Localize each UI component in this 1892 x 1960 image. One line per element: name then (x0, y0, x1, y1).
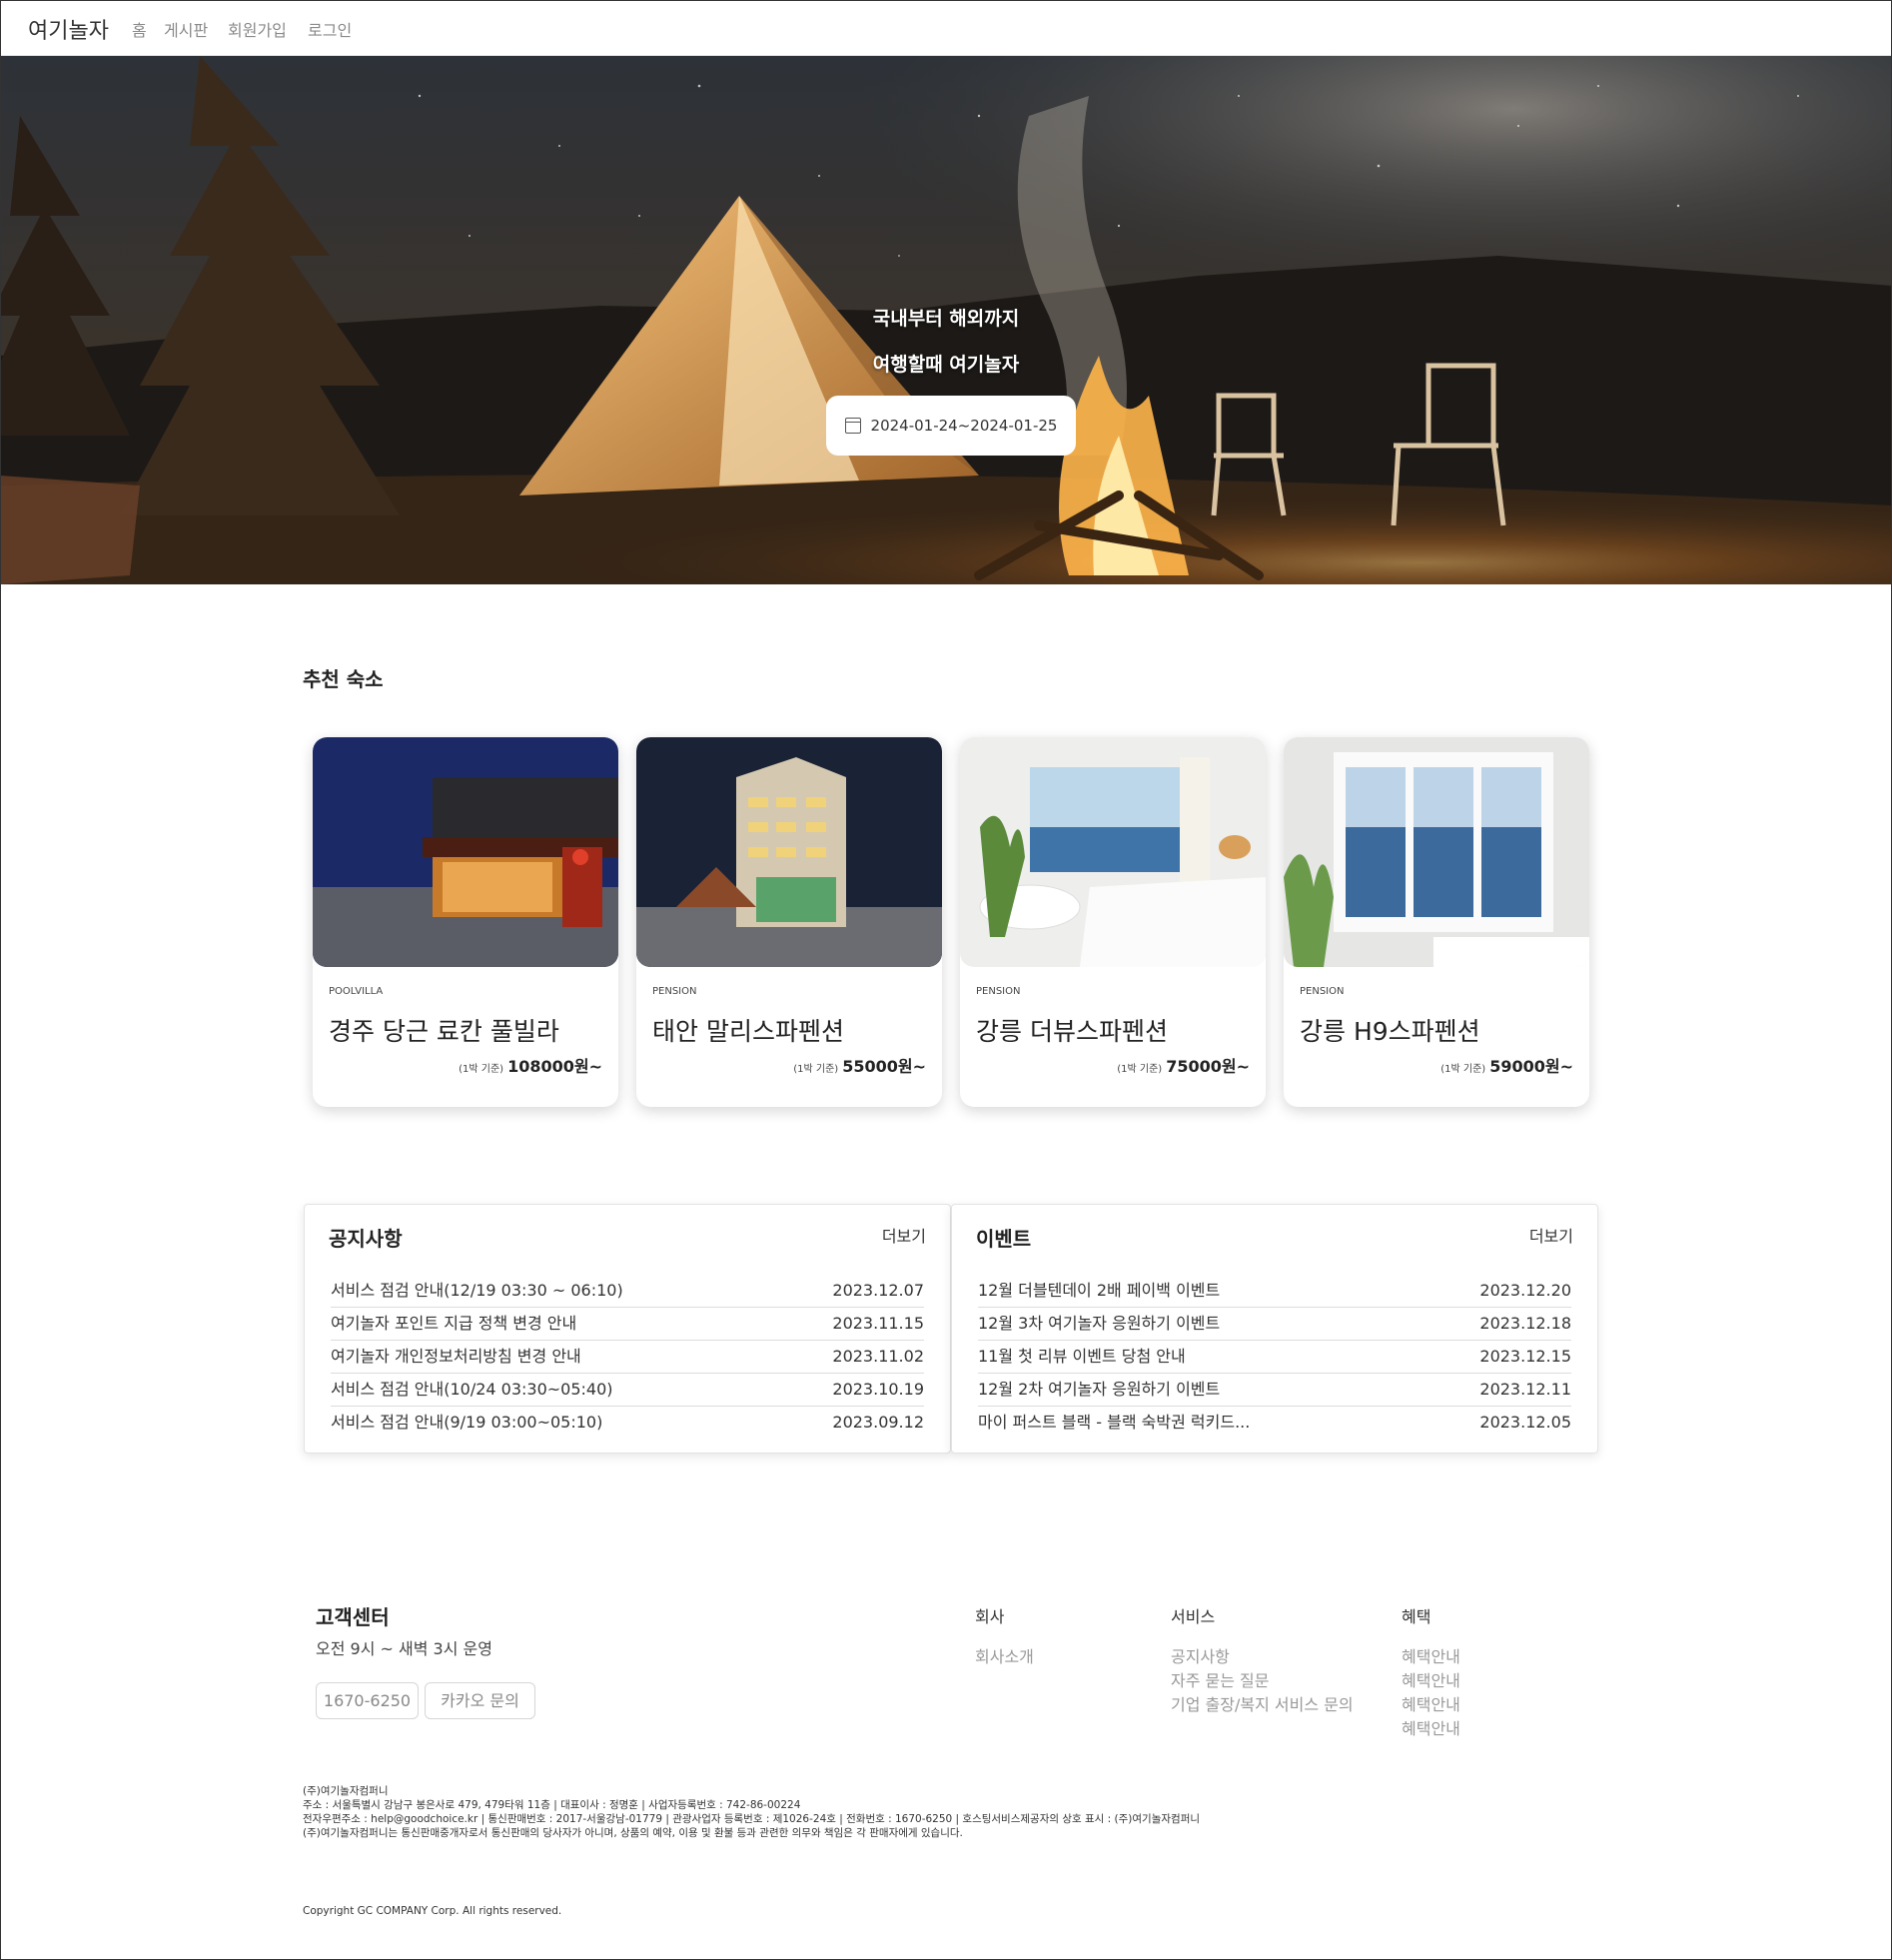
price-note: (1박 기준) (793, 1064, 839, 1075)
stay-card[interactable]: POOLVILLA 경주 당근 료칸 풀빌라 (1박 기준) 108000원~ (313, 737, 618, 1107)
notice-row-title: 여기놀자 포인트 지급 정책 변경 안내 (331, 1314, 577, 1333)
legal-line: (주)여기놀자컴퍼니는 통신판매중개자로서 통신판매의 당사자가 아니며, 상품… (303, 1827, 963, 1839)
stay-name: 강릉 H9스파펜션 (1300, 1017, 1480, 1046)
stay-card[interactable]: PENSION 강릉 H9스파펜션 (1박 기준) 59000원~ (1284, 737, 1589, 1107)
notice-row[interactable]: 여기놀자 개인정보처리방침 변경 안내 2023.11.02 (331, 1341, 924, 1374)
price-value: 75000원~ (1166, 1057, 1250, 1076)
customer-center-title: 고객센터 (316, 1605, 390, 1629)
phone-button[interactable]: 1670-6250 (316, 1682, 419, 1719)
event-row-date: 2023.12.20 (1479, 1281, 1571, 1300)
notice-row-date: 2023.11.15 (832, 1314, 924, 1333)
footer-link-business-inquiry[interactable]: 기업 출장/복지 서비스 문의 (1171, 1691, 1354, 1715)
date-range-text: 2024-01-24~2024-01-25 (870, 417, 1058, 435)
stay-type: PENSION (1300, 986, 1345, 997)
price-note: (1박 기준) (1117, 1064, 1163, 1075)
stay-photo (313, 737, 618, 967)
legal-line: 전자우편주소 : help@goodchoice.kr | 통신판매번호 : 2… (303, 1813, 1201, 1825)
stay-name: 경주 당근 료칸 풀빌라 (329, 1017, 559, 1046)
nav-board[interactable]: 게시판 (164, 17, 208, 41)
stay-price: (1박 기준) 75000원~ (1117, 1053, 1250, 1077)
event-row[interactable]: 12월 2차 여기놀자 응원하기 이벤트 2023.12.11 (978, 1374, 1571, 1407)
notice-row-title: 서비스 점검 안내(9/19 03:00~05:10) (331, 1413, 603, 1432)
stay-type: PENSION (976, 986, 1021, 997)
footer-link-benefit[interactable]: 혜택안내 (1402, 1667, 1460, 1691)
footer-link-company-intro[interactable]: 회사소개 (975, 1643, 1034, 1667)
price-note: (1박 기준) (1440, 1064, 1486, 1075)
stay-photo (1284, 737, 1589, 967)
nav-home[interactable]: 홈 (132, 17, 147, 41)
notice-row-date: 2023.12.07 (832, 1281, 924, 1300)
price-note: (1박 기준) (459, 1064, 504, 1075)
notice-row-title: 여기놀자 개인정보처리방침 변경 안내 (331, 1347, 581, 1366)
footer-link-faq[interactable]: 자주 묻는 질문 (1171, 1667, 1270, 1691)
footer-link-notice[interactable]: 공지사항 (1171, 1643, 1230, 1667)
event-row-date: 2023.12.11 (1479, 1380, 1571, 1399)
stay-price: (1박 기준) 59000원~ (1440, 1053, 1573, 1077)
price-value: 59000원~ (1489, 1057, 1573, 1076)
event-row[interactable]: 마이 퍼스트 블랙 - 블랙 숙박권 럭키드... 2023.12.05 (978, 1407, 1571, 1440)
notice-row-title: 서비스 점검 안내(10/24 03:30~05:40) (331, 1380, 613, 1399)
notice-more-link[interactable]: 더보기 (882, 1223, 926, 1247)
notice-row[interactable]: 서비스 점검 안내(10/24 03:30~05:40) 2023.10.19 (331, 1374, 924, 1407)
brand-logo[interactable]: 여기놀자 (28, 13, 109, 45)
footer-benefit-head: 혜택 (1402, 1607, 1431, 1626)
legal-line: 주소 : 서울특별시 강남구 봉은사로 479, 479타워 11층 | 대표이… (303, 1799, 801, 1811)
footer-link-benefit[interactable]: 혜택안내 (1402, 1715, 1460, 1739)
nav-signup[interactable]: 회원가입 (228, 17, 287, 41)
stay-type: POOLVILLA (329, 986, 384, 997)
event-row-title: 11월 첫 리뷰 이벤트 당첨 안내 (978, 1347, 1186, 1366)
stay-name: 태안 말리스파펜션 (652, 1017, 844, 1046)
notice-row-date: 2023.10.19 (832, 1380, 924, 1399)
event-row[interactable]: 12월 더블텐데이 2배 페이백 이벤트 2023.12.20 (978, 1275, 1571, 1308)
notice-row-date: 2023.09.12 (832, 1413, 924, 1432)
notice-row-date: 2023.11.02 (832, 1347, 924, 1366)
copyright: Copyright GC COMPANY Corp. All rights re… (303, 1905, 562, 1917)
customer-center-hours: 오전 9시 ~ 새벽 3시 운영 (316, 1639, 492, 1658)
stay-type: PENSION (652, 986, 697, 997)
event-board: 이벤트 더보기 12월 더블텐데이 2배 페이백 이벤트 2023.12.20 1… (951, 1204, 1598, 1454)
event-row-title: 12월 3차 여기놀자 응원하기 이벤트 (978, 1314, 1221, 1333)
notice-row[interactable]: 서비스 점검 안내(12/19 03:30 ~ 06:10) 2023.12.07 (331, 1275, 924, 1308)
notice-row[interactable]: 여기놀자 포인트 지급 정책 변경 안내 2023.11.15 (331, 1308, 924, 1341)
navbar: 여기놀자 홈 게시판 회원가입 로그인 (0, 0, 1892, 56)
footer-link-benefit[interactable]: 혜택안내 (1402, 1643, 1460, 1667)
stay-card[interactable]: PENSION 태안 말리스파펜션 (1박 기준) 55000원~ (636, 737, 942, 1107)
event-row-date: 2023.12.15 (1479, 1347, 1571, 1366)
event-row[interactable]: 11월 첫 리뷰 이벤트 당첨 안내 2023.12.15 (978, 1341, 1571, 1374)
legal-line: (주)여기놀자컴퍼니 (303, 1785, 389, 1797)
event-row[interactable]: 12월 3차 여기놀자 응원하기 이벤트 2023.12.18 (978, 1308, 1571, 1341)
hero-headline-2: 여행할때 여기놀자 (872, 354, 1020, 376)
event-row-title: 12월 더블텐데이 2배 페이백 이벤트 (978, 1281, 1221, 1300)
notice-row[interactable]: 서비스 점검 안내(9/19 03:00~05:10) 2023.09.12 (331, 1407, 924, 1440)
calendar-icon (844, 418, 861, 434)
recommended-title: 추천 숙소 (303, 667, 384, 691)
stay-price: (1박 기준) 108000원~ (459, 1053, 602, 1077)
event-row-title: 마이 퍼스트 블랙 - 블랙 숙박권 럭키드... (978, 1413, 1251, 1432)
hero-banner: 국내부터 해외까지 여행할때 여기놀자 2024-01-24~2024-01-2… (0, 56, 1892, 584)
event-title: 이벤트 (976, 1227, 1032, 1251)
event-row-date: 2023.12.18 (1479, 1314, 1571, 1333)
nav-login[interactable]: 로그인 (308, 17, 352, 41)
notice-title: 공지사항 (329, 1227, 403, 1251)
date-range-picker[interactable]: 2024-01-24~2024-01-25 (826, 396, 1076, 456)
stay-photo (960, 737, 1266, 967)
price-value: 108000원~ (507, 1057, 602, 1076)
footer-link-benefit[interactable]: 혜택안내 (1402, 1691, 1460, 1715)
event-row-title: 12월 2차 여기놀자 응원하기 이벤트 (978, 1380, 1221, 1399)
kakao-inquiry-button[interactable]: 카카오 문의 (425, 1682, 535, 1719)
event-more-link[interactable]: 더보기 (1529, 1223, 1573, 1247)
footer-service-head: 서비스 (1171, 1607, 1216, 1626)
notice-board: 공지사항 더보기 서비스 점검 안내(12/19 03:30 ~ 06:10) 2… (304, 1204, 951, 1454)
notice-row-title: 서비스 점검 안내(12/19 03:30 ~ 06:10) (331, 1281, 623, 1300)
stay-price: (1박 기준) 55000원~ (793, 1053, 926, 1077)
stay-name: 강릉 더뷰스파펜션 (976, 1017, 1168, 1046)
hero-headline-1: 국내부터 해외까지 (872, 308, 1020, 330)
footer-company-head: 회사 (975, 1607, 1005, 1626)
event-row-date: 2023.12.05 (1479, 1413, 1571, 1432)
price-value: 55000원~ (842, 1057, 926, 1076)
stay-photo (636, 737, 942, 967)
stay-card[interactable]: PENSION 강릉 더뷰스파펜션 (1박 기준) 75000원~ (960, 737, 1266, 1107)
legal-info: (주)여기놀자컴퍼니 주소 : 서울특별시 강남구 봉은사로 479, 479타… (303, 1784, 1200, 1840)
